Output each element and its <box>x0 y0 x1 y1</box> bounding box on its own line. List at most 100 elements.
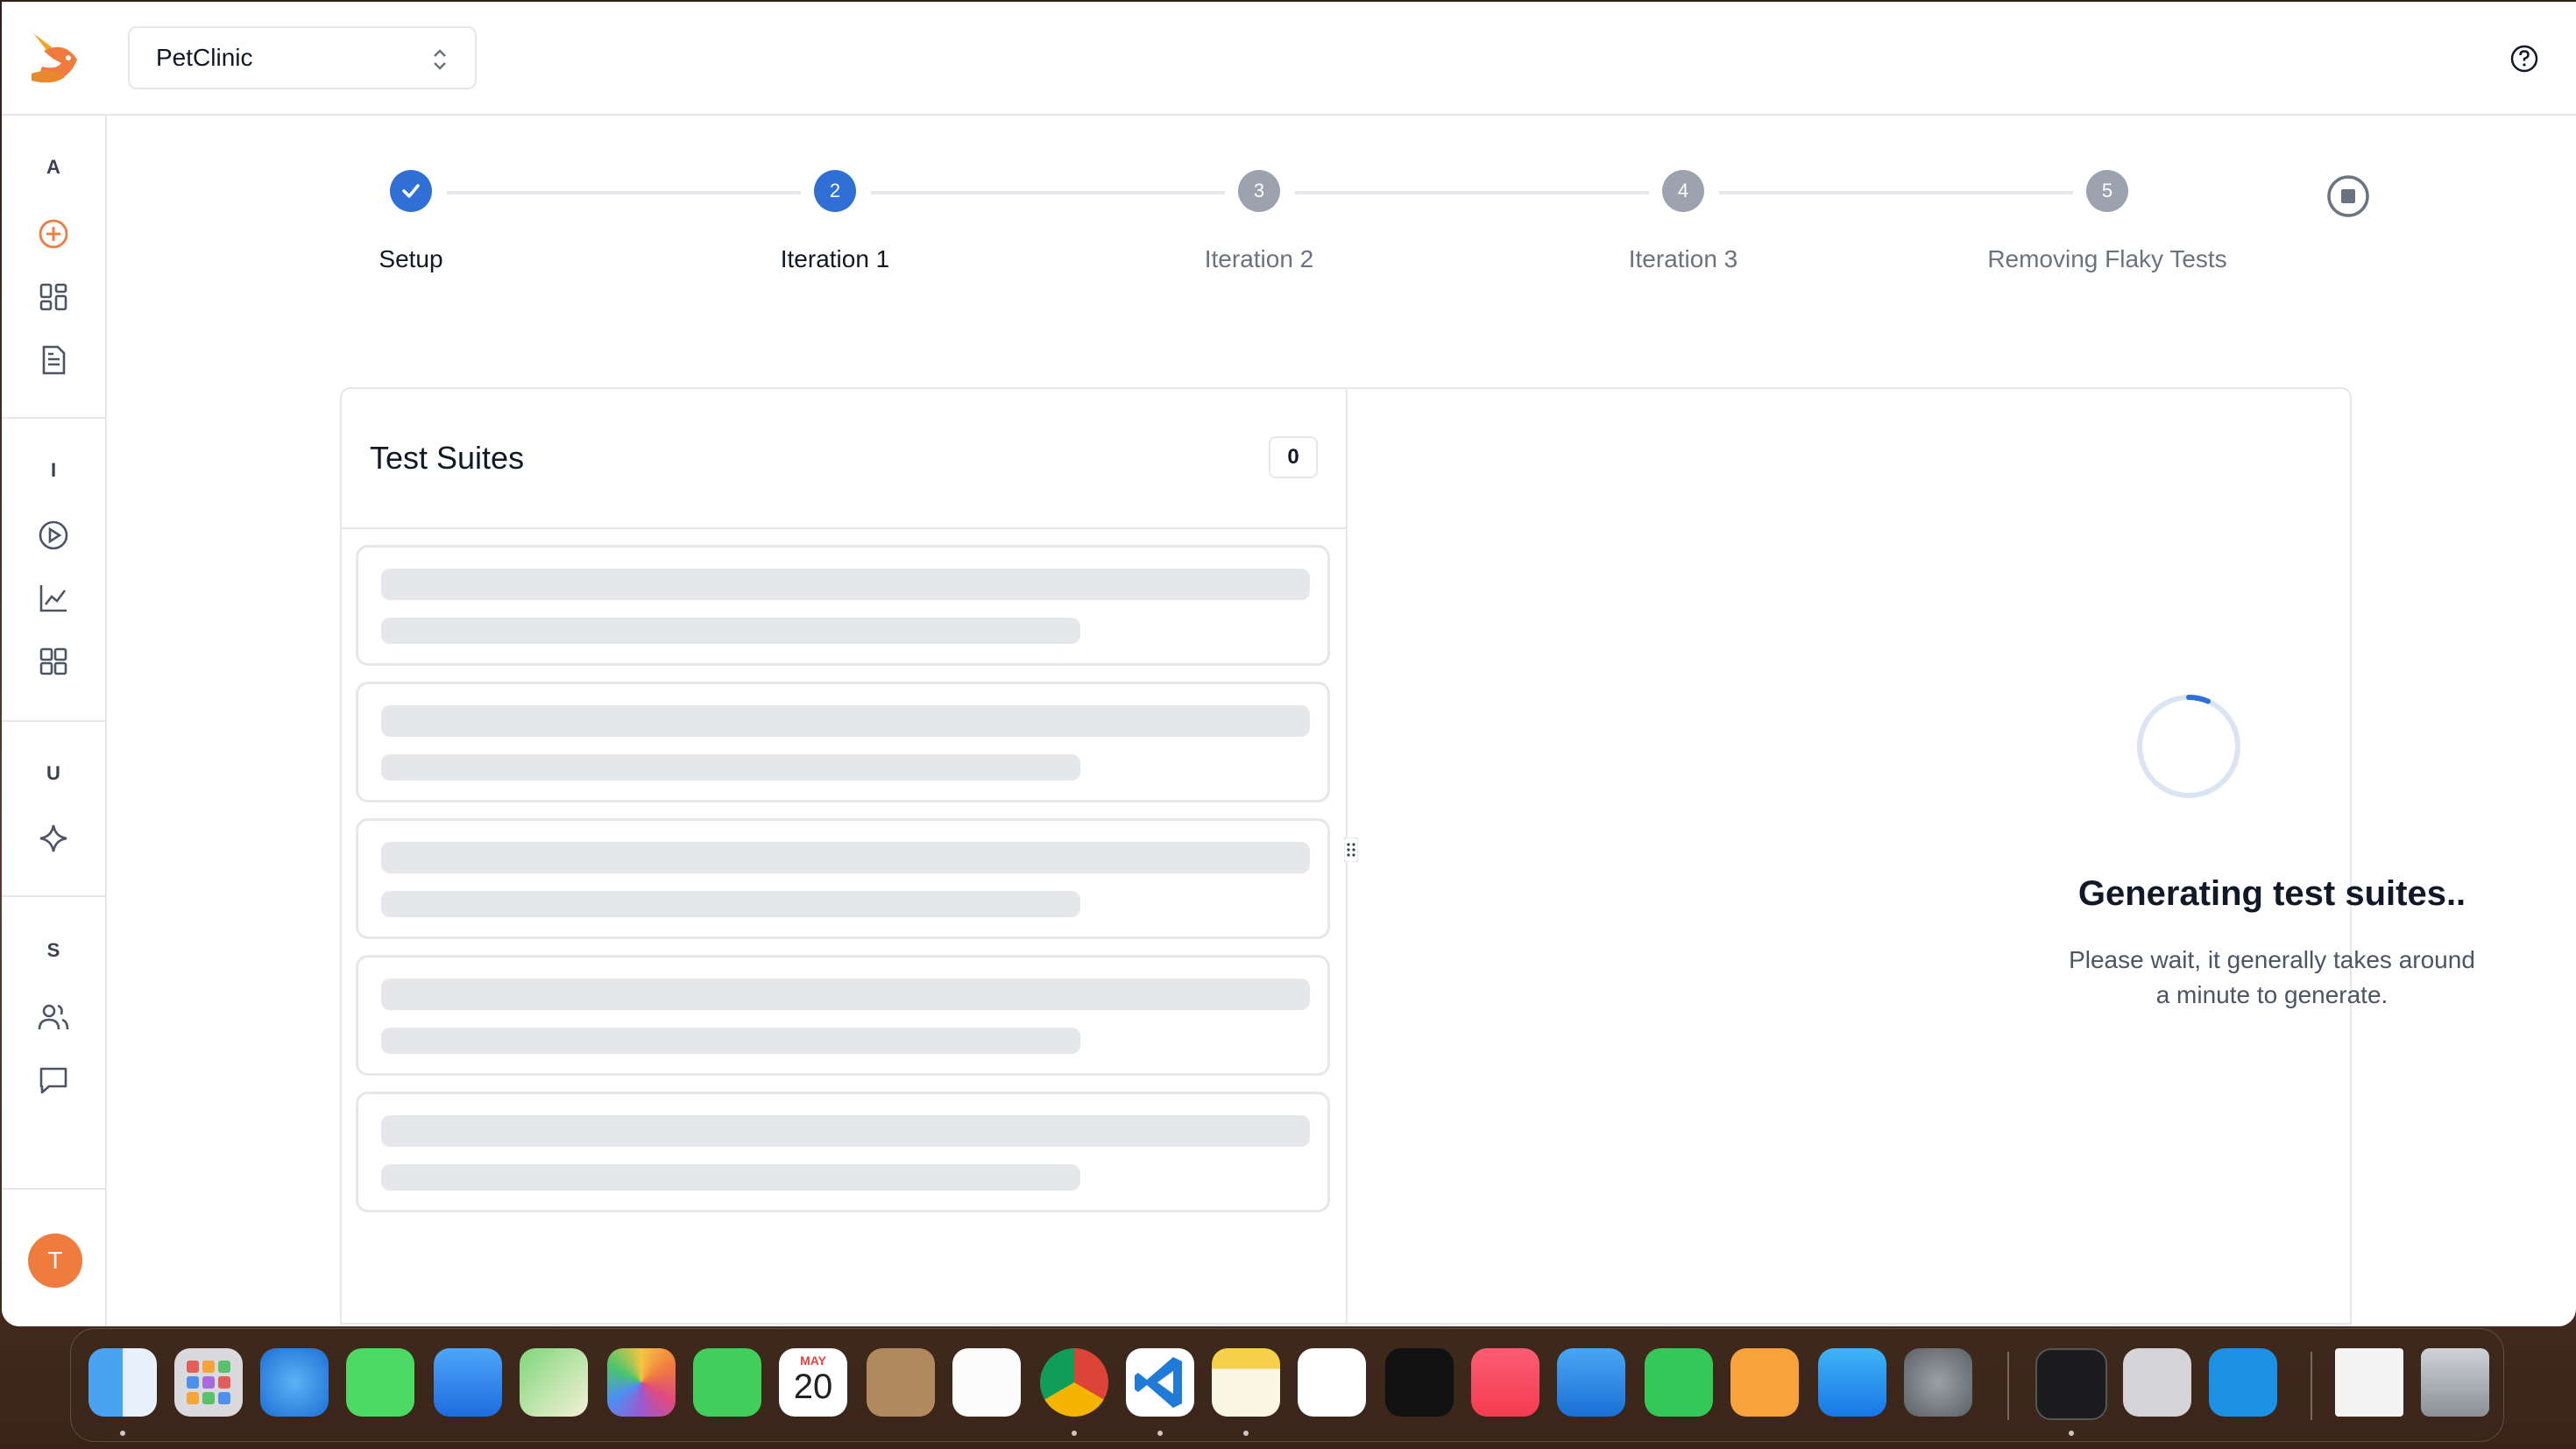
project-selector[interactable]: PetClinic <box>128 26 477 89</box>
test-suites-header: Test Suites 0 <box>342 389 1346 529</box>
generating-subtitle-line-1: Please wait, it generally takes around <box>2069 946 2475 973</box>
users-icon[interactable] <box>37 1000 70 1034</box>
sidebar-section-a: A <box>46 156 60 178</box>
step-label-iteration-2: Iteration 2 <box>1204 245 1314 272</box>
generating-subtitle: Please wait, it generally takes around a… <box>1348 943 2576 1013</box>
docker-icon[interactable] <box>2209 1348 2277 1417</box>
skeleton-line <box>381 618 1080 644</box>
music-icon[interactable] <box>1471 1348 1539 1417</box>
step-label-iteration-1: Iteration 1 <box>780 245 890 272</box>
step-connector <box>1295 191 1649 194</box>
messages-icon[interactable] <box>346 1348 414 1417</box>
sidebar-section-s: S <box>46 939 60 961</box>
sidebar-divider <box>2 895 105 897</box>
contacts-icon[interactable] <box>867 1348 935 1417</box>
skeleton-line <box>381 979 1310 1010</box>
chart-line-icon[interactable] <box>37 582 70 615</box>
launchpad-icon[interactable] <box>174 1348 243 1417</box>
loading-spinner-icon <box>2137 695 2240 798</box>
sidebar-section-i: I <box>50 459 57 481</box>
running-indicator <box>1157 1431 1163 1436</box>
freeform-icon[interactable] <box>1298 1348 1366 1417</box>
facetime-icon[interactable] <box>693 1348 761 1417</box>
test-suites-count-badge: 0 <box>1269 436 1318 478</box>
skeleton-line <box>381 1115 1310 1147</box>
appletv-icon[interactable] <box>1385 1348 1454 1417</box>
fontbook-icon[interactable] <box>2123 1348 2191 1417</box>
step-iteration-2-circle: 3 <box>1238 170 1280 212</box>
running-indicator <box>1072 1431 1077 1436</box>
step-iteration-3-circle: 4 <box>1662 170 1704 212</box>
finder-icon[interactable] <box>88 1348 157 1417</box>
chevron-updown-icon <box>434 49 446 70</box>
brand-logo-icon[interactable] <box>26 25 89 88</box>
terminal-icon[interactable] <box>2035 1348 2107 1420</box>
step-connector <box>447 191 801 194</box>
photos-icon[interactable] <box>607 1348 676 1417</box>
step-iteration-1-circle: 2 <box>814 170 856 212</box>
skeleton-card <box>356 1092 1330 1212</box>
generating-subtitle-line-2: a minute to generate. <box>2155 981 2388 1008</box>
skeleton-card <box>356 955 1330 1076</box>
stop-circle-icon[interactable] <box>2325 173 2371 219</box>
step-label-setup: Setup <box>379 245 443 272</box>
step-setup-done <box>390 170 432 212</box>
plus-circle-icon[interactable] <box>37 217 70 251</box>
play-circle-icon[interactable] <box>37 519 70 552</box>
generating-status-pane: Generating test suites.. Please wait, it… <box>1348 389 2475 1325</box>
skeleton-line <box>381 1028 1080 1054</box>
trash-icon[interactable] <box>2421 1348 2489 1417</box>
vscode-icon[interactable] <box>1126 1348 1194 1417</box>
grid-icon[interactable] <box>37 645 70 678</box>
running-indicator <box>2069 1431 2074 1436</box>
sidebar-divider <box>2 720 105 722</box>
running-indicator <box>1243 1431 1249 1436</box>
step-label-iteration-3: Iteration 3 <box>1628 245 1738 272</box>
test-suites-title: Test Suites <box>370 440 525 476</box>
numbers-icon[interactable] <box>1645 1348 1713 1417</box>
pages-icon[interactable] <box>1730 1348 1799 1417</box>
user-avatar[interactable]: T <box>28 1233 82 1288</box>
calendar-icon[interactable]: MAY 20 <box>779 1348 847 1417</box>
skeleton-line <box>381 842 1310 873</box>
notes-icon[interactable] <box>1212 1348 1280 1417</box>
document-icon[interactable] <box>37 343 70 377</box>
settings-icon[interactable] <box>1904 1348 1972 1417</box>
safari-icon[interactable] <box>260 1348 329 1417</box>
skeleton-card <box>356 545 1330 666</box>
step-removing-flaky-circle: 5 <box>2086 170 2128 212</box>
sidebar-divider <box>2 417 105 419</box>
project-name: PetClinic <box>156 44 253 71</box>
chrome-icon[interactable] <box>1040 1348 1108 1417</box>
skeleton-line <box>381 754 1080 781</box>
reminders-icon[interactable] <box>952 1348 1021 1417</box>
calendar-month: MAY <box>800 1354 826 1368</box>
skeleton-line <box>381 1164 1080 1191</box>
keynote-icon[interactable] <box>1557 1348 1625 1417</box>
sidebar-section-u: U <box>46 762 60 784</box>
sparkle-icon[interactable] <box>37 822 70 855</box>
app-window: PetClinic A I U S T 2 3 4 5 Setup Iterat… <box>2 2 2576 1326</box>
appstore-icon[interactable] <box>1818 1348 1886 1417</box>
mail-icon[interactable] <box>434 1348 502 1417</box>
dock-separator <box>2311 1352 2312 1420</box>
skeleton-card <box>356 682 1330 802</box>
checkmark-icon <box>402 184 420 198</box>
document-preview-icon[interactable] <box>2335 1348 2403 1417</box>
skeleton-line <box>381 705 1310 737</box>
dashboard-icon[interactable] <box>37 280 70 314</box>
top-bar: PetClinic <box>2 2 2576 116</box>
dock-separator <box>2007 1352 2009 1420</box>
help-icon[interactable] <box>2509 44 2539 74</box>
maps-icon[interactable] <box>520 1348 588 1417</box>
running-indicator <box>120 1431 125 1436</box>
test-suites-pane: Test Suites 0 <box>342 389 1348 1325</box>
step-label-removing-flaky: Removing Flaky Tests <box>1987 245 2227 272</box>
sidebar: A I U S T <box>2 116 107 1326</box>
skeleton-line <box>381 569 1310 600</box>
generating-title: Generating test suites.. <box>2077 874 2466 913</box>
sidebar-divider <box>2 1188 105 1190</box>
step-connector <box>871 191 1225 194</box>
chat-icon[interactable] <box>37 1064 70 1097</box>
calendar-day: 20 <box>793 1368 833 1406</box>
